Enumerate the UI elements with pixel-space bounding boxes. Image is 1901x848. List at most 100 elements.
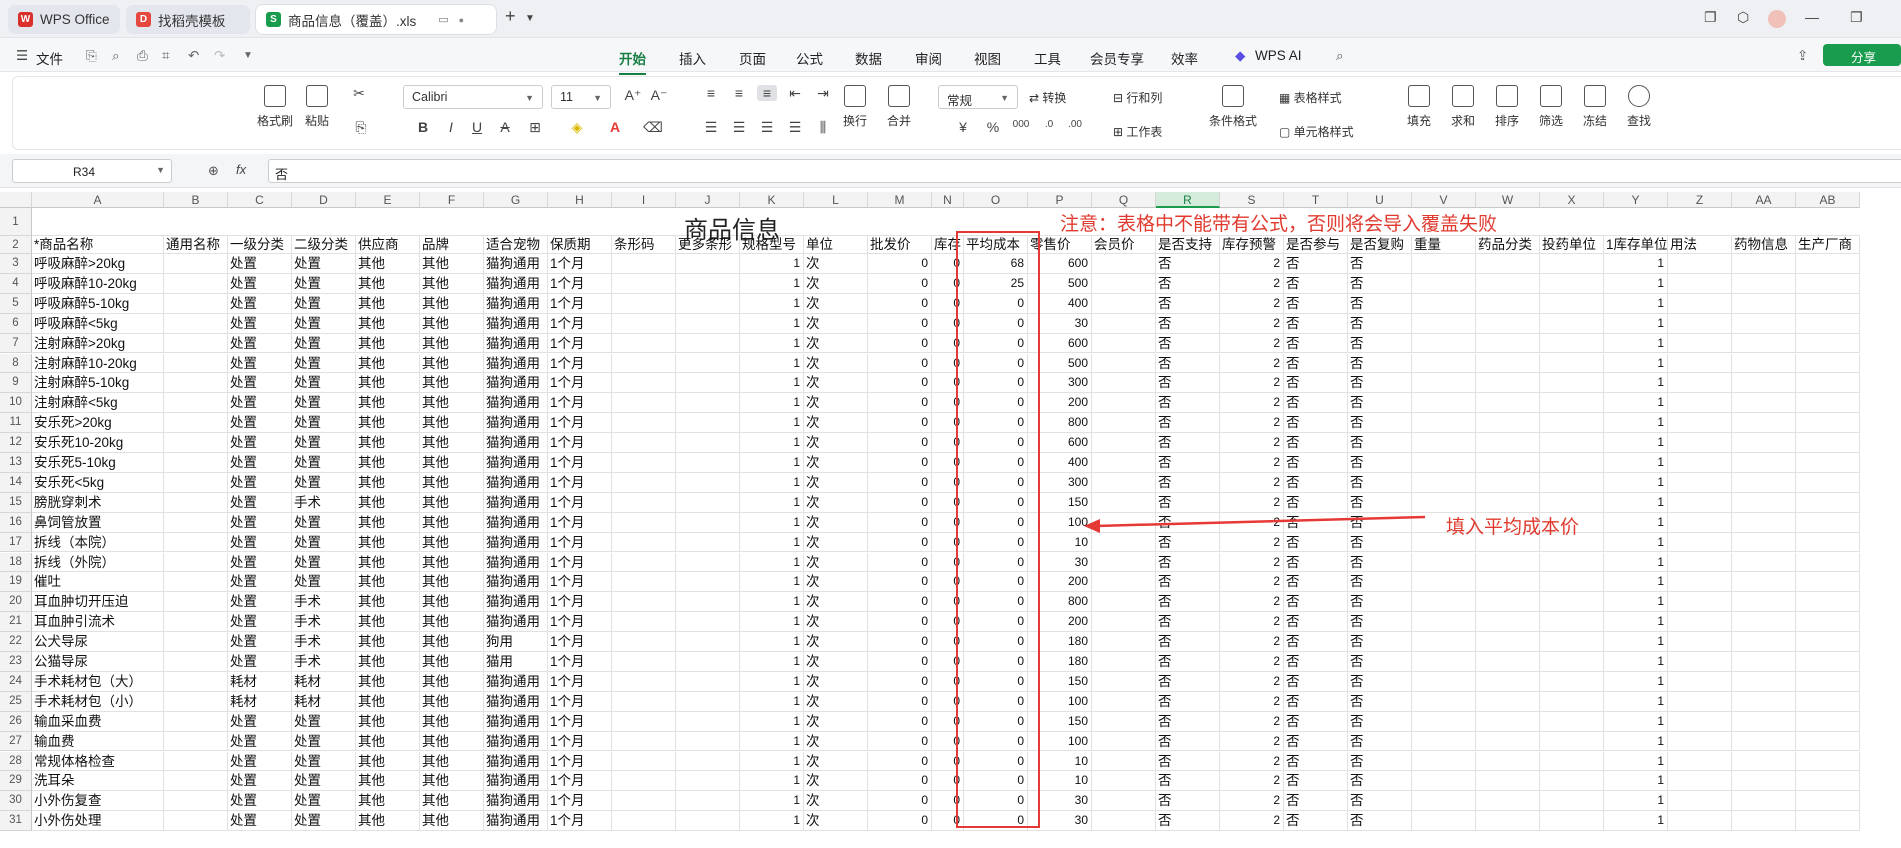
cell[interactable]: 1 [1604,433,1668,453]
cell[interactable] [1732,293,1796,314]
cell[interactable]: 1 [1604,572,1668,593]
cell[interactable] [1796,512,1860,533]
cell[interactable] [1476,273,1540,294]
cell[interactable] [612,373,676,394]
cell[interactable]: 其他 [356,751,420,772]
cell[interactable]: 安乐死10-20kg [32,433,164,453]
cell[interactable] [1412,433,1476,453]
cell[interactable]: 处置 [292,771,356,792]
cell[interactable] [1540,472,1604,493]
cell[interactable]: 0 [932,293,964,314]
column-header-z[interactable]: Z [1668,192,1732,208]
cell[interactable]: 其他 [420,373,484,394]
cell[interactable]: 否 [1284,751,1348,772]
cell[interactable] [1540,492,1604,513]
cell[interactable]: 注射麻醉10-20kg [32,353,164,374]
tab-list-chevron-icon[interactable]: ▼ [525,13,535,24]
cell[interactable] [1412,731,1476,752]
cell[interactable]: 否 [1348,512,1412,533]
row-header[interactable]: 24 [0,671,32,692]
cell[interactable]: 0 [964,691,1028,712]
column-title-cell[interactable]: 是否参与 [1284,236,1348,254]
cell[interactable] [164,691,228,712]
cell[interactable] [1732,771,1796,792]
cell[interactable]: 否 [1348,632,1412,652]
cell[interactable]: 2 [1220,333,1284,354]
column-title-cell[interactable]: 二级分类 [292,236,356,254]
cell[interactable]: 0 [868,433,932,453]
cell[interactable] [1668,293,1732,314]
cell[interactable] [1476,632,1540,652]
cell[interactable]: 其他 [356,433,420,453]
cell[interactable] [484,208,548,236]
cell[interactable]: 0 [964,433,1028,453]
cell[interactable]: 否 [1156,293,1220,314]
column-title-cell[interactable]: 会员价 [1092,236,1156,254]
cell[interactable]: 处置 [292,353,356,374]
row-header[interactable]: 4 [0,273,32,294]
cell[interactable] [676,254,740,274]
cell[interactable]: 0 [932,492,964,513]
cell[interactable]: 1 [740,691,804,712]
restore-icon[interactable]: ❐ [1850,9,1863,26]
zoom-formula-icon[interactable]: ⊕ [208,163,219,179]
cell[interactable]: 400 [1028,293,1092,314]
column-title-cell[interactable]: 用法 [1668,236,1732,254]
cell[interactable]: 处置 [292,751,356,772]
column-title-cell[interactable]: 一级分类 [228,236,292,254]
cell[interactable] [1796,751,1860,772]
cell[interactable] [1092,731,1156,752]
cell[interactable] [676,592,740,613]
cell[interactable]: 否 [1348,771,1412,792]
cell[interactable]: 200 [1028,572,1092,593]
currency-icon[interactable]: ¥ [953,119,973,135]
cell[interactable]: 否 [1156,512,1220,533]
cell[interactable] [1732,671,1796,692]
cell[interactable]: 处置 [292,393,356,414]
cell[interactable] [292,208,356,236]
cell[interactable] [612,652,676,672]
row-header[interactable]: 26 [0,711,32,732]
row-header[interactable]: 12 [0,433,32,453]
cell[interactable]: 1 [1604,532,1668,553]
cell[interactable] [612,572,676,593]
cell[interactable]: 否 [1348,552,1412,573]
cell[interactable] [676,393,740,414]
column-header-d[interactable]: D [292,192,356,208]
cell[interactable]: 否 [1156,691,1220,712]
column-header-j[interactable]: J [676,192,740,208]
cell[interactable]: 0 [868,254,932,274]
cell[interactable]: 1个月 [548,771,612,792]
cell[interactable]: 1 [740,552,804,573]
cell[interactable]: 洗耳朵 [32,771,164,792]
cell[interactable]: 次 [804,652,868,672]
cell[interactable]: 2 [1220,393,1284,414]
cell[interactable]: 1 [1604,293,1668,314]
column-header-s[interactable]: S [1220,192,1284,208]
cell[interactable]: 处置 [228,532,292,553]
cell[interactable]: 否 [1156,751,1220,772]
cell[interactable]: 耗材 [228,671,292,692]
cell[interactable]: 1 [1604,751,1668,772]
cell[interactable]: 注射麻醉5-10kg [32,373,164,394]
cell[interactable]: 1 [740,671,804,692]
row-header[interactable]: 20 [0,592,32,613]
cell[interactable]: 否 [1284,313,1348,334]
cell[interactable]: 0 [964,492,1028,513]
cell[interactable]: 1个月 [548,393,612,414]
cell[interactable] [676,691,740,712]
cell[interactable]: 2 [1220,811,1284,832]
column-title-cell[interactable]: 单位 [804,236,868,254]
cell[interactable] [1412,393,1476,414]
cell[interactable] [1540,612,1604,633]
cell[interactable]: 次 [804,731,868,752]
cell[interactable]: 其他 [356,711,420,732]
cell[interactable] [612,453,676,473]
cell[interactable] [1668,512,1732,533]
cell[interactable]: 1 [1604,413,1668,434]
wrap-text-button[interactable]: 换行 [843,85,867,129]
cell[interactable]: 否 [1284,811,1348,832]
cell[interactable] [1476,313,1540,334]
cell[interactable]: 0 [932,273,964,294]
cell[interactable]: 小外伤复查 [32,791,164,812]
